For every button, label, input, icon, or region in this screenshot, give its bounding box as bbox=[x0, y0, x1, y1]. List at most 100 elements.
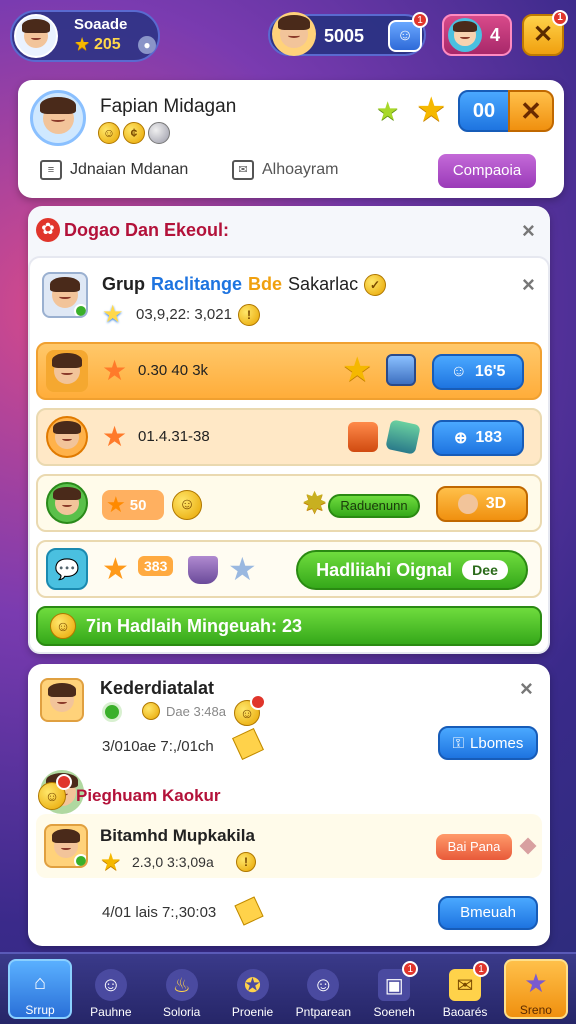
star-icon: ★ bbox=[74, 34, 91, 54]
nav-torch-label: Soloria bbox=[163, 1005, 201, 1019]
close-icon: ✕ bbox=[520, 96, 542, 126]
profile-close-button[interactable]: ✕ bbox=[508, 90, 554, 132]
compare-button[interactable]: Compaoia bbox=[438, 154, 536, 188]
nav-medal[interactable]: ✪ Proenie bbox=[221, 959, 285, 1019]
nav-tv-label: Soeneh bbox=[373, 1005, 415, 1019]
player-name: Soaade bbox=[74, 16, 128, 33]
sub-entry[interactable]: Bitamhd Mupkakila ★ 2.3,0 3:3,09a ! Bai … bbox=[36, 814, 542, 878]
player-avatar bbox=[14, 14, 58, 58]
group-subtitle: 03,9,22: 3,021 bbox=[136, 306, 232, 323]
green-star-icon: ★ bbox=[376, 96, 400, 126]
plus-icon[interactable]: ● bbox=[138, 36, 156, 54]
reward-row-1[interactable]: ★ 0.30 40 3k ★ ☺ 16'5 bbox=[36, 342, 542, 400]
meta-coin-icon bbox=[142, 702, 160, 720]
score-display: 00 bbox=[458, 90, 510, 132]
mail-chip[interactable]: 4 bbox=[442, 14, 512, 56]
close-icon: ✕ bbox=[532, 21, 554, 48]
friend-meta: Dae 3:48a bbox=[166, 704, 226, 719]
gold-star-icon: ★ bbox=[416, 91, 447, 129]
sub-tag[interactable]: Bai Pana bbox=[436, 834, 512, 860]
row1-button-label: 16'5 bbox=[474, 363, 506, 380]
reward-row-2[interactable]: ★ 01.4.31-38 ⊕ 183 bbox=[36, 408, 542, 466]
profile-name: Fapian Midagan bbox=[100, 96, 237, 117]
reward-row-4[interactable]: 💬 ★ 383 ★ Hadliiahi Oignal Dee bbox=[36, 540, 542, 598]
player-chip[interactable]: Soaade ★ 205 ● bbox=[10, 10, 160, 62]
row2-button[interactable]: ⊕ 183 bbox=[432, 420, 524, 456]
info-right[interactable]: ✉ Alhoayram bbox=[232, 160, 338, 180]
friend-time: 3/010ae 7:,/01ch bbox=[102, 738, 214, 755]
nav-star[interactable]: ★ Sreno bbox=[503, 959, 568, 1019]
row1-button-icon: ☺ bbox=[450, 363, 467, 380]
claim-button-label: Hadliiahi Oignal bbox=[316, 559, 453, 580]
row2-label: 01.4.31-38 bbox=[138, 428, 210, 445]
claim-button[interactable]: Hadliiahi Oignal Dee bbox=[296, 550, 528, 590]
group-title-b: Raclitange bbox=[151, 274, 243, 294]
tv-icon: ▣ 1 bbox=[378, 961, 419, 1001]
sub-time: 4/01 lais 7:,30:03 bbox=[102, 904, 217, 921]
nav-tv[interactable]: ▣ 1 Soeneh bbox=[362, 959, 426, 1019]
row4-avatar: 💬 bbox=[46, 548, 88, 590]
nav-ticket-label: Baoarés bbox=[442, 1005, 488, 1019]
nav-star-label: Sreno bbox=[519, 1003, 552, 1017]
row3-burst-icon: ✸ bbox=[302, 487, 328, 520]
friend-action-button[interactable]: ⚿ Lbomes bbox=[438, 726, 538, 760]
nav-ticket[interactable]: ✉ 1 Baoarés bbox=[433, 959, 497, 1019]
currency-badge: 1 bbox=[412, 12, 428, 28]
panel-close-icon[interactable]: × bbox=[522, 218, 535, 244]
row3-orange-button[interactable]: 3D bbox=[436, 486, 528, 522]
ticket-icon: ✉ 1 bbox=[449, 961, 490, 1001]
row3-label: 50 bbox=[129, 496, 147, 514]
chat-icon: ☺ bbox=[307, 969, 340, 1001]
group-title-a: Grup bbox=[102, 274, 145, 294]
row3-green-button[interactable]: Raduenunn bbox=[328, 494, 420, 518]
nav-tv-badge: 1 bbox=[402, 961, 419, 977]
row4-pot-icon bbox=[188, 556, 218, 584]
timer-icon: ✓ bbox=[364, 274, 387, 296]
row1-avatar bbox=[46, 350, 88, 392]
row3-button-label: 3D bbox=[485, 495, 507, 512]
row1-label: 0.30 40 3k bbox=[138, 362, 209, 379]
profile-icon: ☺ bbox=[94, 969, 127, 1001]
torch-icon: ♨ bbox=[165, 969, 198, 1001]
friend-name: Kederdiatalat bbox=[100, 678, 215, 698]
sub-action-button[interactable]: Bmeuah bbox=[438, 896, 538, 930]
hero-icon bbox=[272, 12, 316, 56]
online-icon bbox=[102, 702, 122, 722]
reward-row-3[interactable]: ★ 50 ☺ ✸ Raduenunn 3D bbox=[36, 474, 542, 532]
claim-button-tag: Dee bbox=[462, 560, 508, 580]
group-title-d: Sakarlac bbox=[288, 274, 359, 294]
sub-name: Bitamhd Mupkakila bbox=[100, 826, 255, 845]
currency-chip[interactable]: 5005 ☺ 1 bbox=[268, 12, 428, 56]
close-badge: 1 bbox=[552, 10, 568, 26]
nav-torch[interactable]: ♨ Soloria bbox=[150, 959, 214, 1019]
nav-profile[interactable]: ☺ Pauhne bbox=[79, 959, 143, 1019]
medal-icon: ✪ bbox=[236, 969, 269, 1001]
group-close-icon[interactable]: × bbox=[522, 272, 535, 298]
group-title: Grup Raclitange Bde Sakarlac ✓ bbox=[102, 274, 387, 296]
nav-chat[interactable]: ☺ Pntparean bbox=[291, 959, 355, 1019]
footer-smile-icon: ☺ bbox=[50, 613, 76, 639]
friends-close-icon[interactable]: × bbox=[520, 676, 533, 702]
nav-home-label: Srrup bbox=[25, 1003, 55, 1017]
friend-avatar bbox=[40, 678, 84, 722]
row1-chest-icon bbox=[386, 354, 416, 386]
info-left[interactable]: ≡ Jdnaian Mdanan bbox=[40, 160, 188, 180]
profile-badges: ☺ ¢ bbox=[98, 122, 170, 144]
row2-avatar bbox=[46, 416, 88, 458]
smile-icon: ☺ bbox=[98, 122, 120, 144]
row2-gem-icon bbox=[385, 419, 421, 455]
group-footer-bar[interactable]: ☺ 7in Hadlaih Mingeuah: 23 bbox=[36, 606, 542, 646]
currency-value: 5005 bbox=[324, 26, 365, 46]
row1-button[interactable]: ☺ 16'5 bbox=[432, 354, 524, 390]
row1-star-icon: ★ bbox=[102, 355, 128, 386]
friend-icon bbox=[448, 18, 482, 52]
close-top-button[interactable]: ✕ 1 bbox=[522, 10, 568, 56]
lock-icon: ⚿ bbox=[452, 734, 465, 752]
ticket-icon bbox=[232, 728, 264, 760]
panel-title: Dogao Dan Ekeoul: bbox=[64, 220, 230, 240]
nav-profile-label: Pauhne bbox=[90, 1005, 132, 1019]
row2-button-label: 183 bbox=[475, 429, 503, 446]
row4-star-outline-icon: ★ bbox=[228, 551, 257, 587]
coin-icon: ¢ bbox=[123, 122, 145, 144]
nav-home[interactable]: ⌂ Srrup bbox=[8, 959, 72, 1019]
